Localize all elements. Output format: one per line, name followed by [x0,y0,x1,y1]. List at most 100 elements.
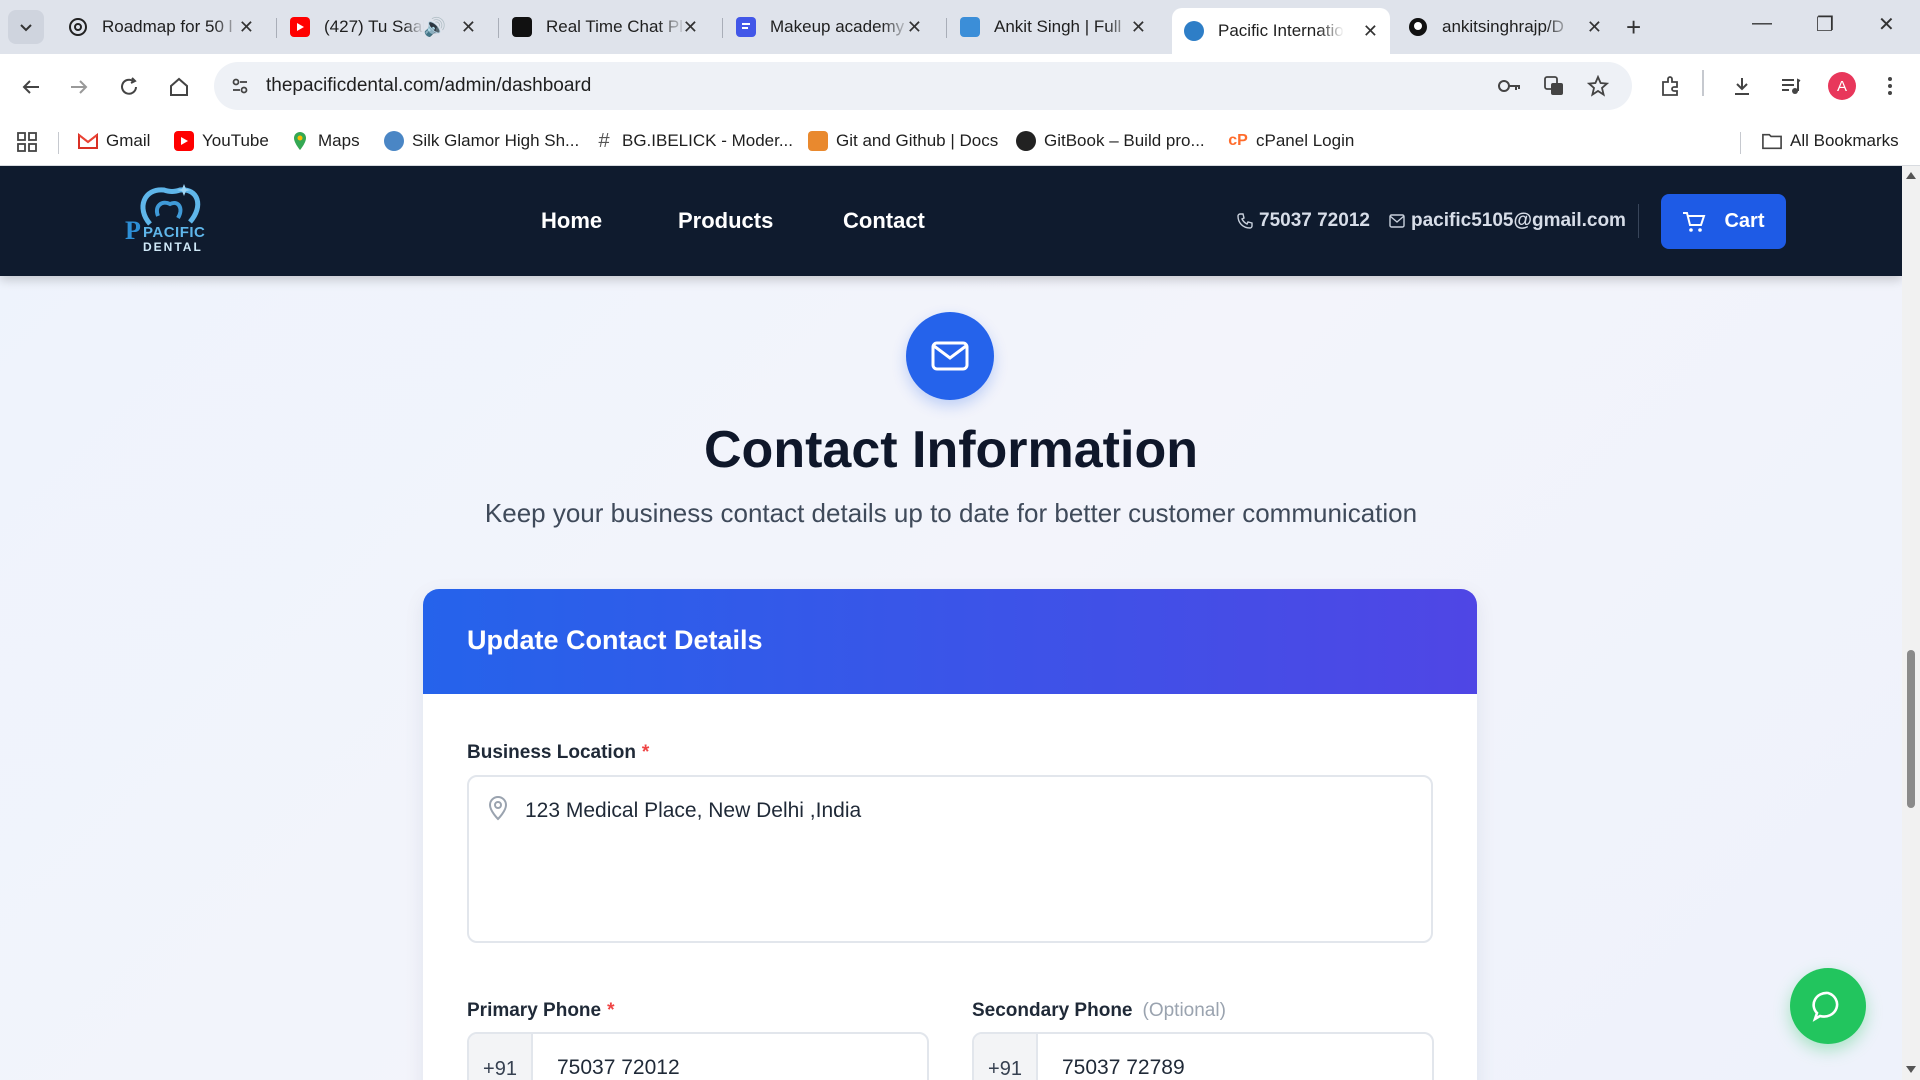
country-code-prefix: +91 [974,1034,1038,1080]
header-divider [1638,204,1639,238]
hash-icon: # [598,129,610,152]
media-control-icon[interactable] [1776,72,1804,100]
browser-toolbar: thepacificdental.com/admin/dashboard [0,54,1920,118]
translate-icon[interactable] [1542,74,1566,98]
browser-tab[interactable]: (427) Tu Saala 🔊 ✕ [278,8,488,46]
bookmark-label: Silk Glamor High Sh... [412,131,580,150]
browser-tab[interactable]: Makeup academy ✕ [724,8,934,46]
nav-home[interactable]: Home [541,208,602,234]
page-subtitle: Keep your business contact details up to… [484,498,1418,528]
close-icon[interactable]: ✕ [239,17,254,38]
business-location-textarea[interactable]: 123 Medical Place, New Delhi ,India [467,775,1433,943]
bookmark-gmail[interactable]: Gmail [78,131,150,151]
close-icon[interactable]: ✕ [683,17,698,38]
minimize-icon[interactable]: — [1752,12,1772,35]
browser-tab[interactable]: ankitsinghrajp/D ✕ [1396,8,1614,46]
menu-icon[interactable] [1876,72,1904,100]
close-icon[interactable]: ✕ [907,17,922,38]
speaker-icon[interactable]: 🔊 [424,17,446,38]
profile-avatar[interactable]: A [1828,72,1856,100]
page-viewport: P PACIFIC DENTAL Home Products Contact 7… [0,166,1902,1080]
all-bookmarks-button[interactable]: All Bookmarks [1762,131,1899,151]
bookmark-git-github[interactable]: Git and Github | Docs [808,131,998,151]
scroll-down-arrow[interactable] [1906,1066,1916,1073]
bookmark-label: YouTube [202,131,269,150]
tooth-icon [1184,21,1204,41]
download-icon[interactable] [1728,72,1756,100]
envelope-icon [931,341,969,371]
home-icon[interactable] [164,72,194,102]
apps-grid-icon[interactable] [16,131,38,153]
bookmark-label: GitBook – Build pro... [1044,131,1205,150]
chat-button[interactable] [1790,968,1866,1044]
browser-tab-active[interactable]: Pacific Internation ✕ [1172,8,1390,54]
close-icon[interactable]: ✕ [1587,17,1602,38]
browser-tabstrip: Roadmap for 50 l ✕ (427) Tu Saala 🔊 ✕ Re… [0,0,1920,54]
chevron-down-icon [20,24,32,32]
map-pin-icon [488,795,508,821]
tab-separator [722,18,723,38]
bookmark-gitbook[interactable]: GitBook – Build pro... [1016,131,1205,151]
bookmark-bg-ibelick[interactable]: # BG.IBELICK - Moder... [594,129,793,152]
key-icon[interactable] [1498,74,1522,98]
tab-title: Makeup academy [770,17,905,36]
tab-title: (427) Tu Saala [324,17,424,36]
logo-line2: DENTAL [143,240,203,254]
reload-icon[interactable] [114,72,144,102]
bookmark-cpanel[interactable]: cP cPanel Login [1228,131,1354,151]
contact-mail-badge [906,312,994,400]
bookmark-maps[interactable]: Maps [290,131,360,151]
chat-bubble-icon [1812,991,1839,1022]
close-icon[interactable]: ✕ [461,17,476,38]
scrollbar-thumb[interactable] [1907,650,1915,808]
cpanel-icon: cP [1228,132,1248,149]
nav-contact[interactable]: Contact [843,208,925,234]
bookmark-label: All Bookmarks [1790,131,1899,150]
toolbar-divider [1702,70,1704,96]
card-header: Update Contact Details [423,589,1477,694]
tab-title: ankitsinghrajp/D [1442,17,1564,36]
gmail-icon [78,131,98,151]
cup-icon [808,131,828,151]
country-code-prefix: +91 [469,1034,533,1080]
header-email-text: pacific5105@gmail.com [1411,210,1626,231]
folder-icon [1762,131,1782,151]
header-phone[interactable]: 75037 72012 [1237,210,1370,232]
window-close-icon[interactable]: ✕ [1878,12,1895,37]
scroll-up-arrow[interactable] [1906,172,1916,179]
nav-products[interactable]: Products [678,208,773,234]
bookmark-silk-glamor[interactable]: Silk Glamor High Sh... [384,131,579,151]
header-email[interactable]: pacific5105@gmail.com [1389,210,1626,232]
site-info-icon[interactable] [228,74,252,98]
forward-icon[interactable] [64,72,94,102]
star-icon[interactable] [1586,74,1610,98]
secondary-phone-input[interactable]: +91 75037 72789 [972,1032,1434,1080]
optional-note: (Optional) [1142,1000,1226,1021]
browser-tab[interactable]: Real Time Chat Pl ✕ [500,8,710,46]
required-mark: * [607,1000,615,1021]
page-scrollbar[interactable] [1902,166,1920,1080]
close-icon[interactable]: ✕ [1363,21,1378,42]
logo-initial: P [125,216,142,245]
github-icon [1408,17,1428,37]
extensions-icon[interactable] [1656,72,1684,100]
tab-title: Real Time Chat Pl [546,17,683,36]
cart-icon [1683,211,1706,232]
browser-tab[interactable]: Ankit Singh | Full ✕ [948,8,1158,46]
primary-phone-label-text: Primary Phone [467,1000,602,1021]
browser-tab[interactable]: Roadmap for 50 l ✕ [56,8,266,46]
primary-phone-input[interactable]: +91 75037 72012 [467,1032,929,1080]
address-bar[interactable]: thepacificdental.com/admin/dashboard [214,62,1632,110]
required-mark: * [641,742,650,763]
bookmark-youtube[interactable]: YouTube [174,131,269,151]
cart-label: Cart [1724,210,1765,232]
close-icon[interactable]: ✕ [1131,17,1146,38]
tab-search-button[interactable] [8,10,44,44]
cart-button[interactable]: Cart [1661,194,1786,249]
bookmark-divider [58,132,59,154]
back-icon[interactable] [16,72,46,102]
youtube-icon [290,17,310,37]
maps-icon [290,131,310,151]
new-tab-button[interactable]: + [1626,12,1641,43]
restore-icon[interactable]: ❐ [1816,12,1834,37]
